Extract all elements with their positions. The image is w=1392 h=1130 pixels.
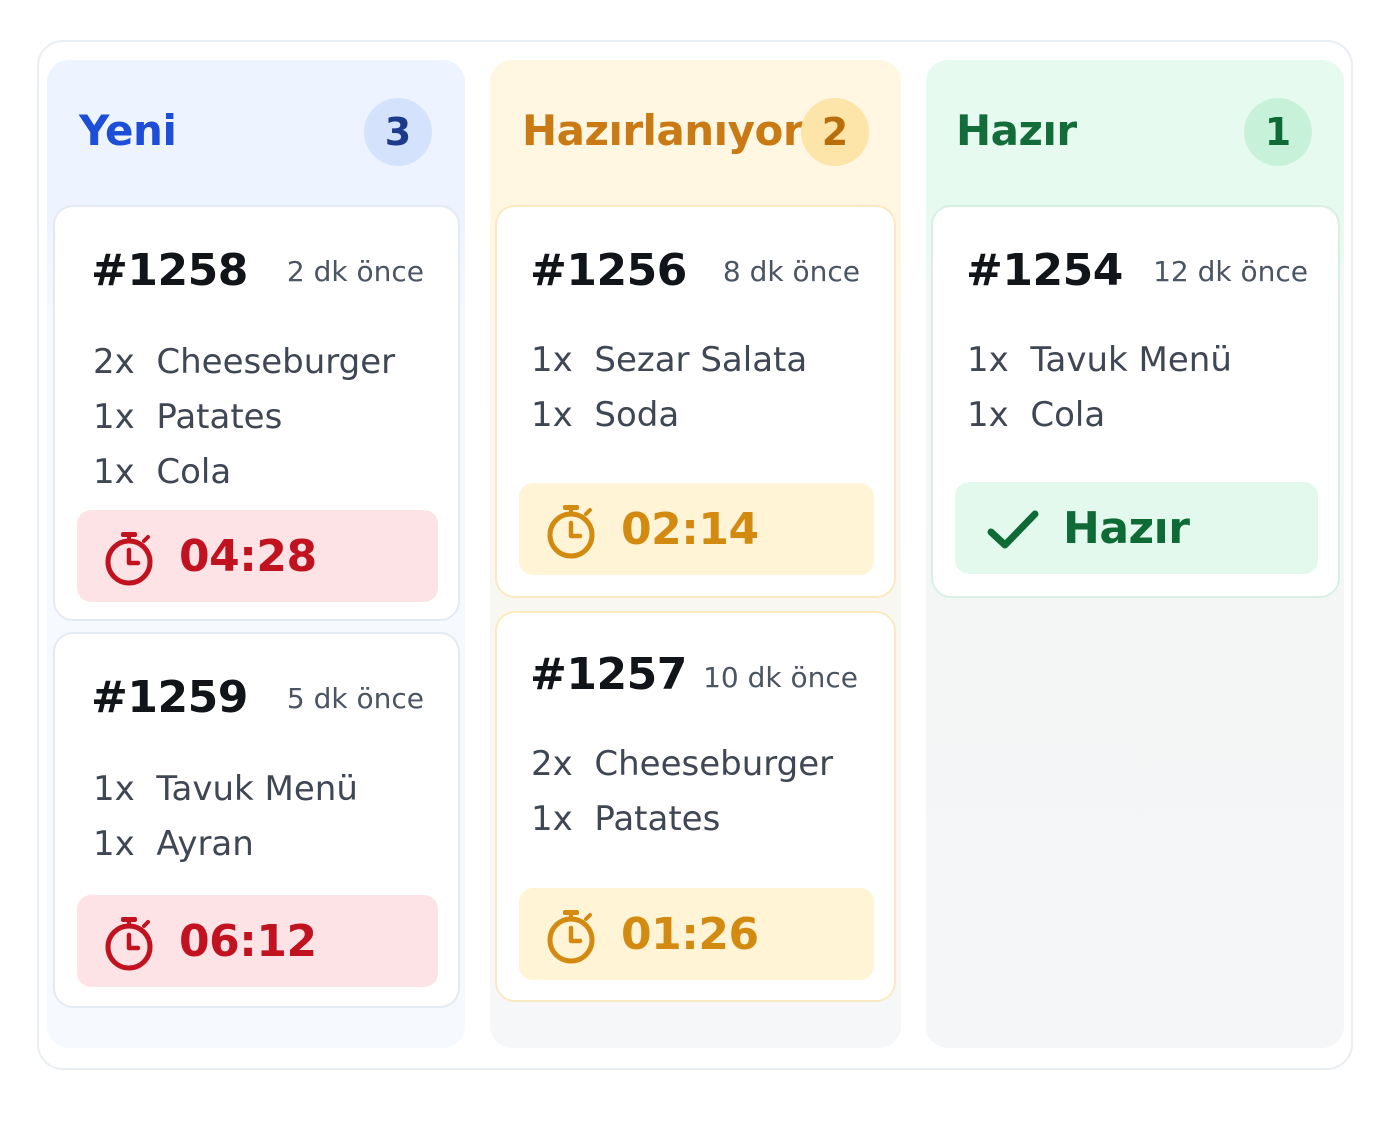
stopwatch-icon <box>105 917 153 971</box>
status-label: Hazır <box>1063 503 1190 554</box>
order-timer: 01:26 <box>519 888 874 980</box>
order-timer: 02:14 <box>519 483 874 575</box>
order-timer: 04:28 <box>77 510 438 602</box>
order-timer: 06:12 <box>77 895 438 987</box>
order-age: 10 dk önce <box>703 661 858 694</box>
column-title: Hazır <box>956 106 1077 155</box>
order-card[interactable]: #1256 8 dk önce 1x Sezar Salata 1x Soda … <box>495 205 896 598</box>
timer-value: 02:14 <box>621 504 759 555</box>
timer-value: 04:28 <box>179 531 317 582</box>
stopwatch-icon <box>105 532 153 586</box>
order-item: 1x Tavuk Menü <box>967 340 1232 380</box>
column-new: Yeni 3 #1258 2 dk önce 2x Cheeseburger 1… <box>47 60 465 1048</box>
order-age: 8 dk önce <box>722 255 860 288</box>
order-number: #1257 <box>530 649 687 700</box>
order-number: #1259 <box>91 672 248 723</box>
order-item: 1x Patates <box>531 799 721 839</box>
order-age: 5 dk önce <box>286 682 424 715</box>
stopwatch-icon <box>547 910 595 964</box>
order-items: 1x Sezar Salata 1x Soda <box>531 333 807 443</box>
order-card[interactable]: #1258 2 dk önce 2x Cheeseburger 1x Patat… <box>53 205 460 621</box>
order-item: 2x Cheeseburger <box>531 744 834 784</box>
order-item: 1x Tavuk Menü <box>93 769 358 809</box>
timer-value: 01:26 <box>621 909 759 960</box>
order-item: 1x Ayran <box>93 824 254 864</box>
ready-status: Hazır <box>955 482 1318 574</box>
order-card[interactable]: #1257 10 dk önce 2x Cheeseburger 1x Pata… <box>495 611 896 1002</box>
column-title: Yeni <box>79 106 177 155</box>
order-items: 1x Tavuk Menü 1x Cola <box>967 333 1232 443</box>
order-count-badge: 3 <box>364 98 432 166</box>
order-count-badge: 2 <box>801 98 869 166</box>
column-header: Hazır 1 <box>926 60 1344 205</box>
order-items: 2x Cheeseburger 1x Patates <box>531 737 833 847</box>
order-item: 1x Cola <box>93 452 232 492</box>
order-age: 2 dk önce <box>286 255 424 288</box>
column-header: Hazırlanıyor 2 <box>490 60 901 205</box>
order-item: 1x Patates <box>93 397 283 437</box>
column-ready: Hazır 1 #1254 12 dk önce 1x Tavuk Menü 1… <box>926 60 1344 1048</box>
order-number: #1258 <box>91 245 248 296</box>
order-item: 1x Sezar Salata <box>531 340 808 380</box>
order-item: 1x Soda <box>531 395 680 435</box>
order-number: #1254 <box>966 245 1123 296</box>
order-number: #1256 <box>530 245 687 296</box>
checkmark-icon <box>987 510 1039 549</box>
column-title: Hazırlanıyor <box>522 106 804 155</box>
stopwatch-icon <box>547 505 595 559</box>
timer-value: 06:12 <box>179 916 317 967</box>
order-age: 12 dk önce <box>1153 255 1308 288</box>
order-item: 2x Cheeseburger <box>93 342 396 382</box>
order-item: 1x Cola <box>967 395 1106 435</box>
order-items: 1x Tavuk Menü 1x Ayran <box>93 762 358 872</box>
column-preparing: Hazırlanıyor 2 #1256 8 dk önce 1x Sezar … <box>490 60 901 1048</box>
order-card[interactable]: #1259 5 dk önce 1x Tavuk Menü 1x Ayran 0… <box>53 632 460 1008</box>
column-header: Yeni 3 <box>47 60 465 205</box>
order-card[interactable]: #1254 12 dk önce 1x Tavuk Menü 1x Cola H… <box>931 205 1340 598</box>
order-count-badge: 1 <box>1244 98 1312 166</box>
order-items: 2x Cheeseburger 1x Patates 1x Cola <box>93 335 395 500</box>
